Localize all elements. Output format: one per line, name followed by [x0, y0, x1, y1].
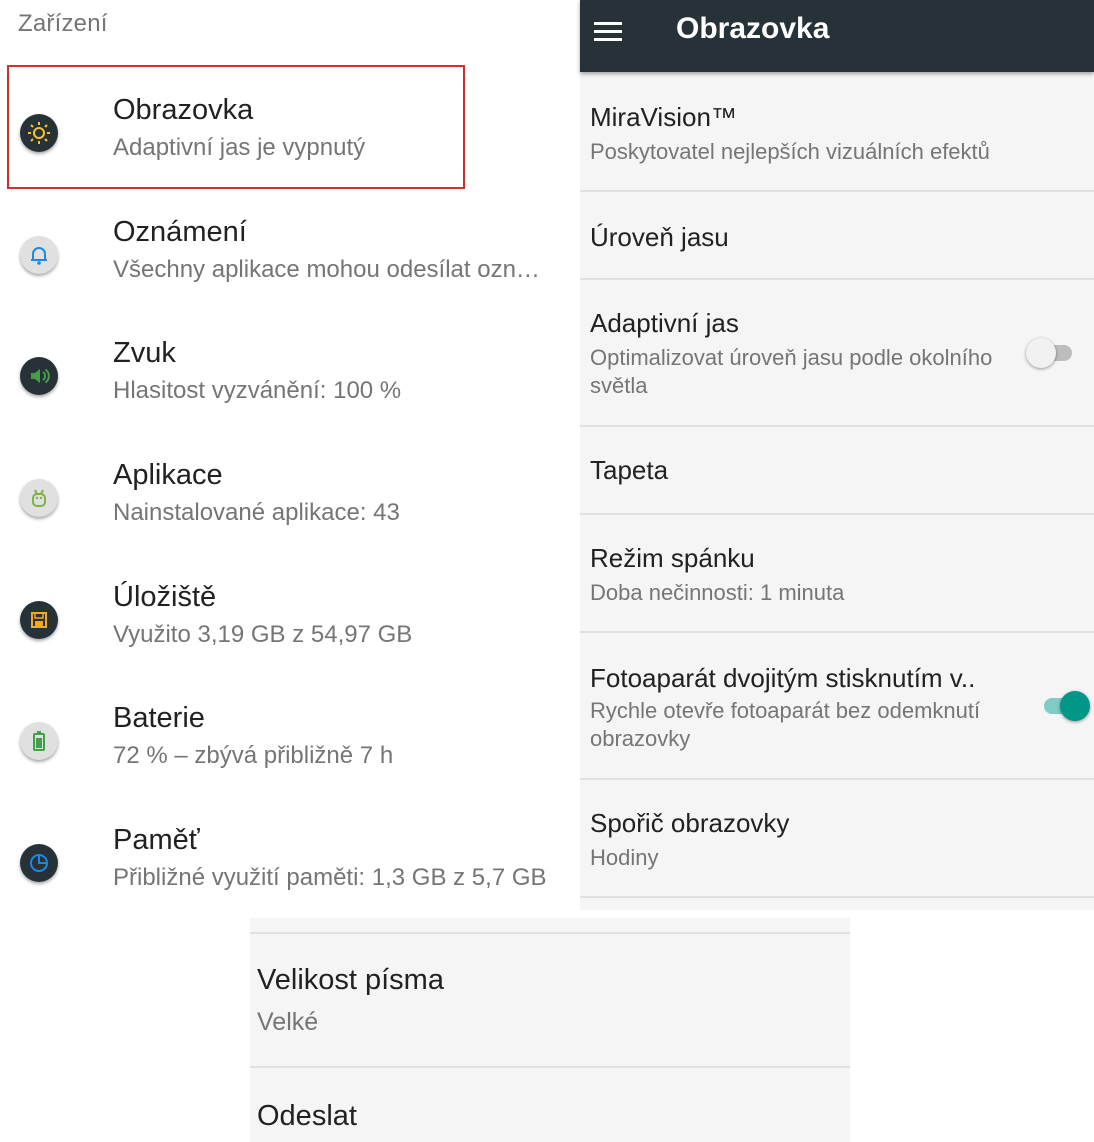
divider — [250, 932, 850, 934]
item-subtitle: Poskytovatel nejlepších vizuálních efekt… — [590, 139, 990, 164]
item-subtitle: Nainstalované aplikace: 43 — [113, 499, 400, 526]
item-title: Baterie — [113, 702, 205, 734]
settings-item-brightness-level[interactable]: Úroveň jasu — [580, 192, 1094, 280]
settings-item-sound[interactable]: Zvuk Hlasitost vyzvánění: 100 % — [0, 333, 580, 433]
settings-item-double-tap-camera[interactable]: Fotoaparát dvojitým stisknutím v.. Rychl… — [580, 633, 1094, 780]
item-subtitle: Velké — [257, 1008, 319, 1036]
menu-icon[interactable] — [594, 18, 624, 48]
item-title: Úroveň jasu — [590, 222, 729, 252]
item-title: Spořič obrazovky — [590, 808, 790, 838]
double-tap-camera-toggle[interactable] — [1040, 690, 1090, 721]
item-subtitle: Hodiny — [590, 845, 659, 870]
settings-item-storage[interactable]: Úložiště Využito 3,19 GB z 54,97 GB — [0, 577, 580, 677]
divider — [250, 1066, 850, 1068]
item-title: Zvuk — [113, 337, 176, 369]
adaptive-brightness-toggle[interactable] — [1026, 337, 1076, 368]
font-settings-panel: Velikost písma Velké Odeslat — [250, 918, 850, 1142]
item-title: Velikost písma — [257, 964, 444, 996]
item-title: Úložiště — [113, 581, 217, 613]
memory-icon — [20, 844, 58, 882]
item-title: Obrazovka — [113, 94, 254, 126]
item-subtitle: Využito 3,19 GB z 54,97 GB — [113, 621, 413, 648]
item-title: Tapeta — [590, 455, 669, 485]
item-subtitle: Přibližné využití paměti: 1,3 GB z 5,7 G… — [113, 864, 547, 891]
item-subtitle: Optimalizovat úroveň jasu podle okolního… — [590, 345, 993, 398]
settings-item-sleep[interactable]: Režim spánku Doba nečinnosti: 1 minuta — [580, 515, 1094, 633]
device-settings-panel: Zařízení Obrazovka Adaptivní jas je vypn… — [0, 0, 580, 910]
battery-icon — [20, 722, 58, 760]
settings-item-wallpaper[interactable]: Tapeta — [580, 427, 1094, 515]
settings-item-display[interactable]: Obrazovka Adaptivní jas je vypnutý — [0, 90, 580, 190]
bell-icon — [20, 236, 58, 274]
settings-item-memory[interactable]: Paměť Přibližné využití paměti: 1,3 GB z… — [0, 820, 580, 920]
item-title: Paměť — [113, 824, 200, 856]
item-title: Aplikace — [113, 459, 223, 491]
item-subtitle: Hlasitost vyzvánění: 100 % — [113, 377, 402, 404]
item-subtitle: Rychle otevře fotoaparát bez odemknutí o… — [590, 698, 981, 751]
android-icon — [20, 479, 58, 517]
item-subtitle: Doba nečinnosti: 1 minuta — [590, 580, 845, 605]
brightness-icon — [20, 114, 58, 152]
volume-icon — [20, 357, 58, 395]
item-title: Oznámení — [113, 216, 247, 248]
settings-item-adaptive-brightness[interactable]: Adaptivní jas Optimalizovat úroveň jasu … — [580, 280, 1094, 427]
display-settings-panel: Obrazovka MiraVision™ Poskytovatel nejle… — [580, 0, 1094, 910]
section-header: Zařízení — [18, 10, 108, 37]
item-subtitle: Adaptivní jas je vypnutý — [113, 134, 366, 161]
item-title: Adaptivní jas — [590, 308, 739, 338]
app-bar: Obrazovka — [580, 0, 1094, 72]
item-subtitle: 72 % – zbývá přibližně 7 h — [113, 742, 394, 769]
item-subtitle: Všechny aplikace mohou odesílat ozn… — [113, 256, 540, 283]
settings-item-notifications[interactable]: Oznámení Všechny aplikace mohou odesílat… — [0, 212, 580, 312]
item-title: Fotoaparát dvojitým stisknutím v.. — [590, 663, 976, 693]
item-title: Odeslat — [257, 1100, 357, 1132]
settings-item-miravision[interactable]: MiraVision™ Poskytovatel nejlepších vizu… — [580, 72, 1094, 192]
storage-icon — [20, 601, 58, 639]
settings-item-apps[interactable]: Aplikace Nainstalované aplikace: 43 — [0, 455, 580, 555]
settings-item-screensaver[interactable]: Spořič obrazovky Hodiny — [580, 780, 1094, 898]
settings-item-battery[interactable]: Baterie 72 % – zbývá přibližně 7 h — [0, 698, 580, 798]
item-title: Režim spánku — [590, 543, 755, 573]
item-title: MiraVision™ — [590, 102, 737, 132]
app-bar-title: Obrazovka — [676, 12, 830, 45]
